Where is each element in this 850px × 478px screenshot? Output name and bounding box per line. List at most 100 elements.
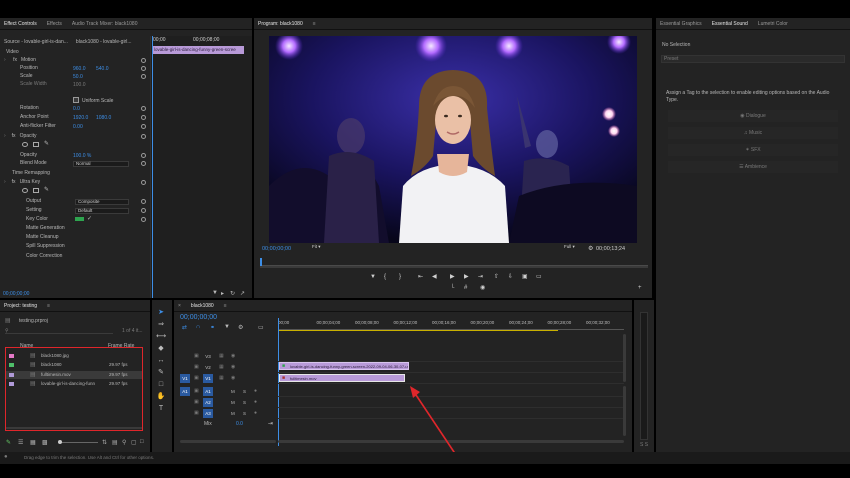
sequence-label[interactable]: black1080 - lovable-girl...: [76, 39, 132, 45]
razor-icon[interactable]: ◆: [156, 344, 166, 353]
list-view-icon[interactable]: ☰: [18, 439, 23, 446]
toggle-sync-icon[interactable]: ▦: [219, 353, 224, 359]
tab-essential-graphics[interactable]: Essential Graphics: [660, 21, 702, 27]
solo-button[interactable]: S: [243, 389, 246, 394]
eye-icon[interactable]: ◉: [231, 375, 235, 381]
rect-mask-icon[interactable]: [33, 142, 39, 147]
solo-button[interactable]: S: [243, 400, 246, 405]
program-scrub-bar[interactable]: [260, 258, 648, 266]
project-list-item[interactable]: ▤ fulltimesin.mov 29.97 fps: [6, 371, 142, 379]
zoom-slider[interactable]: [58, 440, 98, 444]
key-color-swatch[interactable]: [75, 217, 84, 221]
menu-icon[interactable]: ≡: [313, 21, 316, 27]
track-target[interactable]: A3: [203, 409, 213, 418]
go-to-out-icon[interactable]: ⇥: [478, 274, 483, 280]
new-item-icon[interactable]: □: [140, 439, 144, 445]
lock-icon[interactable]: ▣: [194, 353, 199, 359]
tab-effects[interactable]: Effects: [47, 21, 62, 27]
scale-value[interactable]: 50.0: [73, 74, 83, 80]
position-y[interactable]: 540.0: [96, 66, 109, 72]
rotation-value[interactable]: 0.0: [73, 106, 80, 112]
reset-icon[interactable]: [141, 124, 146, 129]
ripple-edit-icon[interactable]: ⟷: [156, 332, 166, 341]
step-back-icon[interactable]: ◀: [432, 274, 437, 280]
chevron-down-icon[interactable]: ›: [4, 179, 6, 185]
microphone-icon[interactable]: ●: [254, 388, 257, 394]
opacity-section[interactable]: › fx Opacity: [4, 132, 37, 140]
menu-icon[interactable]: ≡: [224, 303, 227, 309]
automate-icon[interactable]: ▤: [112, 439, 118, 446]
track-lane[interactable]: [278, 352, 624, 362]
tab-audio-track-mixer[interactable]: Audio Track Mixer: black1080: [72, 21, 138, 27]
sort-icon[interactable]: ⇅: [102, 439, 107, 446]
track-target[interactable]: V3: [203, 352, 213, 361]
mark-in-icon[interactable]: {: [384, 274, 386, 280]
col-frame-rate[interactable]: Frame Rate: [108, 343, 134, 349]
sfx-button[interactable]: ✶ SFX: [668, 144, 838, 156]
freeform-view-icon[interactable]: ▩: [42, 439, 48, 446]
col-name[interactable]: Name: [20, 343, 33, 349]
reset-icon[interactable]: [141, 180, 146, 185]
label-color-swatch[interactable]: [9, 354, 14, 358]
label-color-swatch[interactable]: [9, 373, 14, 377]
mark-out-icon[interactable]: }: [399, 274, 401, 280]
lock-icon[interactable]: ▣: [194, 375, 199, 381]
eye-icon[interactable]: ◉: [231, 353, 235, 359]
reset-icon[interactable]: [141, 115, 146, 120]
tab-effect-controls[interactable]: Effect Controls: [4, 21, 37, 27]
program-zoom-bar[interactable]: [260, 266, 648, 268]
ellipse-mask-icon[interactable]: [22, 188, 28, 193]
trim-icon[interactable]: └: [450, 285, 454, 291]
solo-button[interactable]: S: [243, 411, 246, 416]
program-title[interactable]: Program: black1080: [258, 21, 303, 27]
filter-icon[interactable]: ▼: [212, 290, 218, 296]
tab-essential-sound[interactable]: Essential Sound: [712, 21, 748, 27]
add-marker-icon[interactable]: ▼: [224, 324, 230, 330]
spill-row[interactable]: Spill Suppression: [26, 242, 65, 250]
toggle-sync-icon[interactable]: ▦: [219, 364, 224, 370]
zoom-slider-handle[interactable]: [58, 440, 62, 444]
microphone-icon[interactable]: ●: [254, 399, 257, 405]
preset-select[interactable]: Preset: [661, 55, 845, 63]
reset-icon[interactable]: [141, 161, 146, 166]
track-target[interactable]: V2: [203, 363, 213, 372]
toggle-sync-icon[interactable]: ▦: [219, 375, 224, 381]
lock-icon[interactable]: ▣: [194, 410, 199, 416]
reset-icon[interactable]: [141, 217, 146, 222]
ellipse-mask-icon[interactable]: [22, 142, 28, 147]
video-preview[interactable]: [269, 36, 637, 243]
program-timecode[interactable]: 00;00;00;00: [262, 246, 291, 252]
opacity-value[interactable]: 100.0 %: [73, 153, 91, 159]
reset-icon[interactable]: [141, 106, 146, 111]
work-area-bar[interactable]: [278, 330, 558, 331]
go-to-in-icon[interactable]: ⇤: [418, 274, 423, 280]
video-vertical-scrollbar[interactable]: [623, 334, 626, 382]
tab-lumetri-color[interactable]: Lumetri Color: [758, 21, 788, 27]
captions-icon[interactable]: ▭: [258, 324, 264, 331]
matte-gen-row[interactable]: Matte Generation: [26, 224, 65, 232]
mute-button[interactable]: M: [231, 411, 235, 416]
track-target[interactable]: A1: [203, 387, 213, 396]
clip-v2-lovable-girl[interactable]: lovable-girl-is-dancing-funny-green-scre…: [279, 362, 409, 370]
reset-icon[interactable]: [141, 74, 146, 79]
rectangle-tool-icon[interactable]: □: [156, 380, 166, 389]
reset-icon[interactable]: [141, 66, 146, 71]
quality-select[interactable]: Full ▾: [562, 244, 584, 251]
pencil-icon[interactable]: ✎: [6, 439, 11, 446]
pen-tool-icon[interactable]: ✎: [156, 368, 166, 377]
project-search-input[interactable]: ⚲: [5, 328, 113, 334]
timeline-timecode[interactable]: 00;00;00;00: [180, 314, 217, 321]
lock-icon[interactable]: ▣: [194, 399, 199, 405]
chevron-down-icon[interactable]: ›: [4, 133, 6, 139]
project-list-item[interactable]: ▤ lovable-girl-is-dancing-funn 29.97 fps: [6, 380, 142, 388]
project-list-item[interactable]: ▤ black1080 29.97 fps: [6, 361, 142, 369]
lock-icon[interactable]: ▣: [194, 388, 199, 394]
mix-value[interactable]: 0.0: [236, 421, 243, 427]
effect-controls-timecode[interactable]: 00;00;00;00: [3, 291, 29, 297]
antiflicker-value[interactable]: 0.00: [73, 124, 83, 130]
chevron-down-icon[interactable]: ›: [4, 57, 7, 63]
lock-icon[interactable]: ▣: [194, 364, 199, 370]
export-icon[interactable]: ↗: [240, 290, 245, 297]
reset-icon[interactable]: [141, 58, 146, 63]
comparison-view-icon[interactable]: ▭: [536, 274, 542, 280]
